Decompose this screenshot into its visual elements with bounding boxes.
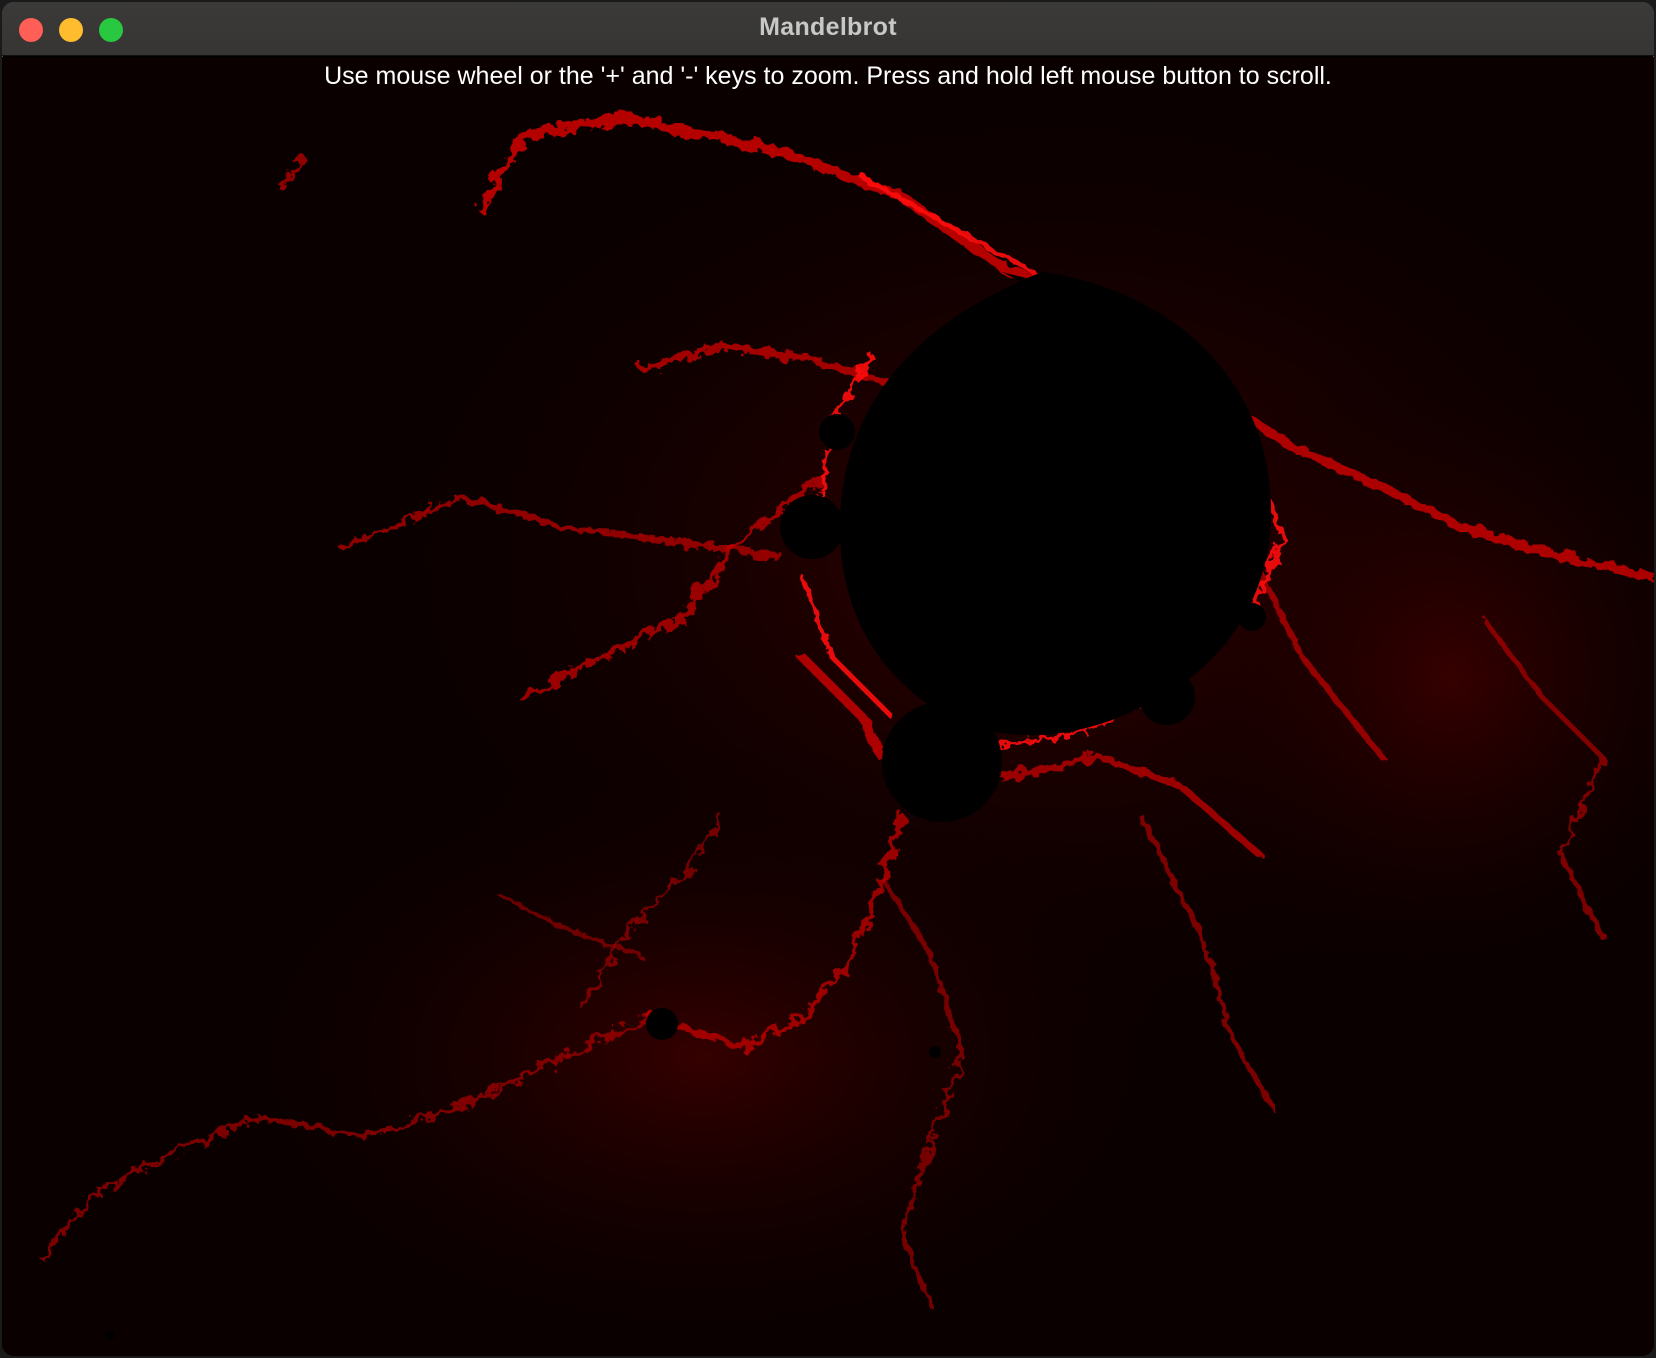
mandelbrot-render	[2, 57, 1654, 1356]
app-window: Mandelbrot Use mouse wheel or the '+' an…	[2, 2, 1654, 1356]
title-bar[interactable]: Mandelbrot	[2, 2, 1654, 56]
fractal-canvas[interactable]: Use mouse wheel or the '+' and '-' keys …	[2, 57, 1654, 1356]
window-title: Mandelbrot	[759, 13, 897, 41]
instructions-text: Use mouse wheel or the '+' and '-' keys …	[324, 62, 1332, 90]
